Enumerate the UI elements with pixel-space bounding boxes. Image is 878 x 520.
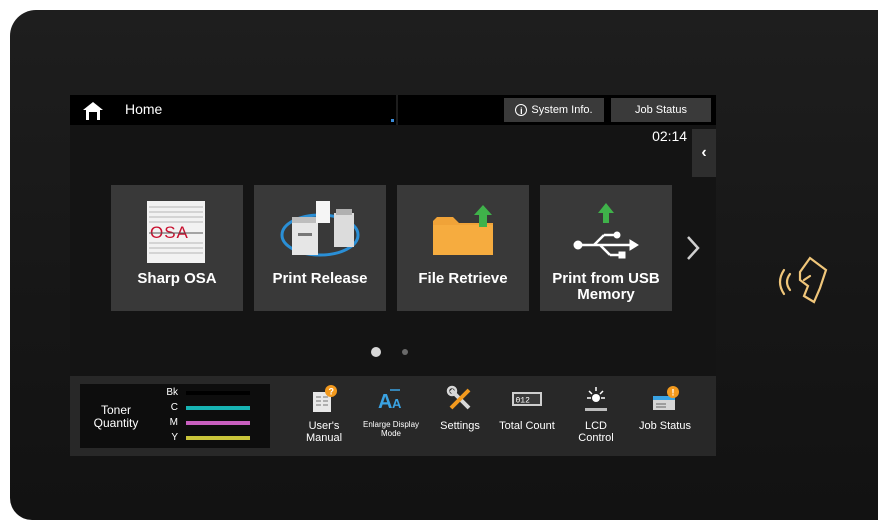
tool-label: Enlarge Display Mode: [362, 420, 420, 438]
users-manual-button[interactable]: ? User's Manual: [295, 376, 353, 456]
tool-label: User's Manual: [305, 420, 343, 444]
tool-label: Job Status: [639, 420, 691, 432]
side-panel-toggle[interactable]: ‹: [692, 129, 716, 177]
toner-letter: Bk: [166, 387, 178, 398]
indicator-dot: [391, 119, 394, 122]
users-manual-icon: ?: [313, 385, 337, 412]
tile-sharp-osa[interactable]: OSA Sharp OSA: [111, 185, 243, 311]
toner-letter: M: [169, 417, 178, 428]
chevron-right-icon[interactable]: [683, 233, 703, 263]
system-info-label: System Info.: [531, 104, 593, 116]
bottom-toolbar: Toner Quantity Bk C M Y ? User's Manual: [70, 376, 716, 456]
toner-letter: Y: [171, 432, 178, 443]
toner-quantity-panel[interactable]: Toner Quantity Bk C M Y: [80, 384, 270, 448]
counter-digits: 012: [516, 397, 531, 406]
job-status-icon: !: [653, 386, 679, 410]
tool-label: Settings: [440, 420, 480, 432]
system-info-button[interactable]: i System Info.: [504, 98, 604, 122]
chevron-left-icon: ‹: [701, 144, 707, 161]
page-dot[interactable]: [402, 349, 408, 355]
tile-print-from-usb[interactable]: Print from USB Memory: [540, 185, 672, 311]
toner-bar: [186, 421, 250, 425]
usb-print-icon: [573, 203, 639, 259]
page-dot-active[interactable]: [371, 347, 381, 357]
total-count-button[interactable]: 012 Total Count: [498, 376, 556, 456]
settings-icon: [446, 385, 471, 410]
top-bar: Home i System Info. Job Status: [70, 95, 716, 125]
info-icon: i: [515, 104, 528, 116]
tool-label: LCD Control: [578, 420, 614, 444]
sharp-osa-icon: OSA: [147, 201, 205, 263]
tile-label: Sharp OSA: [137, 270, 217, 287]
tile-label: Print Release: [272, 270, 368, 287]
svg-text:A: A: [378, 391, 392, 413]
job-status-label: Job Status: [635, 104, 687, 116]
total-count-icon: 012: [512, 392, 542, 406]
job-status-button[interactable]: Job Status: [611, 98, 711, 122]
svg-text:?: ?: [329, 387, 335, 397]
home-icon[interactable]: [82, 101, 104, 121]
toner-bar: [186, 436, 250, 440]
settings-button[interactable]: Settings: [431, 376, 489, 456]
enlarge-display-button[interactable]: A A Enlarge Display Mode: [362, 376, 420, 456]
toner-bar: [186, 391, 250, 395]
svg-text:!: !: [672, 388, 675, 398]
job-status-tool-button[interactable]: ! Job Status: [636, 376, 694, 456]
tile-label: File Retrieve: [418, 270, 508, 287]
file-retrieve-icon: [433, 205, 493, 255]
toner-bar: [186, 406, 250, 410]
toner-title: Toner Quantity: [93, 403, 139, 430]
tool-label: Total Count: [499, 420, 555, 432]
print-release-icon: [280, 201, 360, 257]
tile-label: Print from USB Memory: [552, 270, 660, 303]
lcd-control-button[interactable]: LCD Control: [567, 376, 625, 456]
toner-row-c: C: [158, 401, 268, 415]
toner-row-bk: Bk: [158, 386, 268, 400]
svg-text:A: A: [392, 396, 402, 411]
toner-row-y: Y: [158, 431, 268, 445]
lcd-control-icon: [585, 387, 607, 411]
tile-file-retrieve[interactable]: File Retrieve: [397, 185, 529, 311]
divider: [396, 95, 398, 125]
nfc-touch-icon: [778, 256, 828, 304]
enlarge-display-icon: A A: [378, 389, 402, 413]
tile-print-release[interactable]: Print Release: [254, 185, 386, 311]
toner-row-m: M: [158, 416, 268, 430]
toner-letter: C: [170, 402, 178, 413]
home-label: Home: [125, 101, 163, 117]
